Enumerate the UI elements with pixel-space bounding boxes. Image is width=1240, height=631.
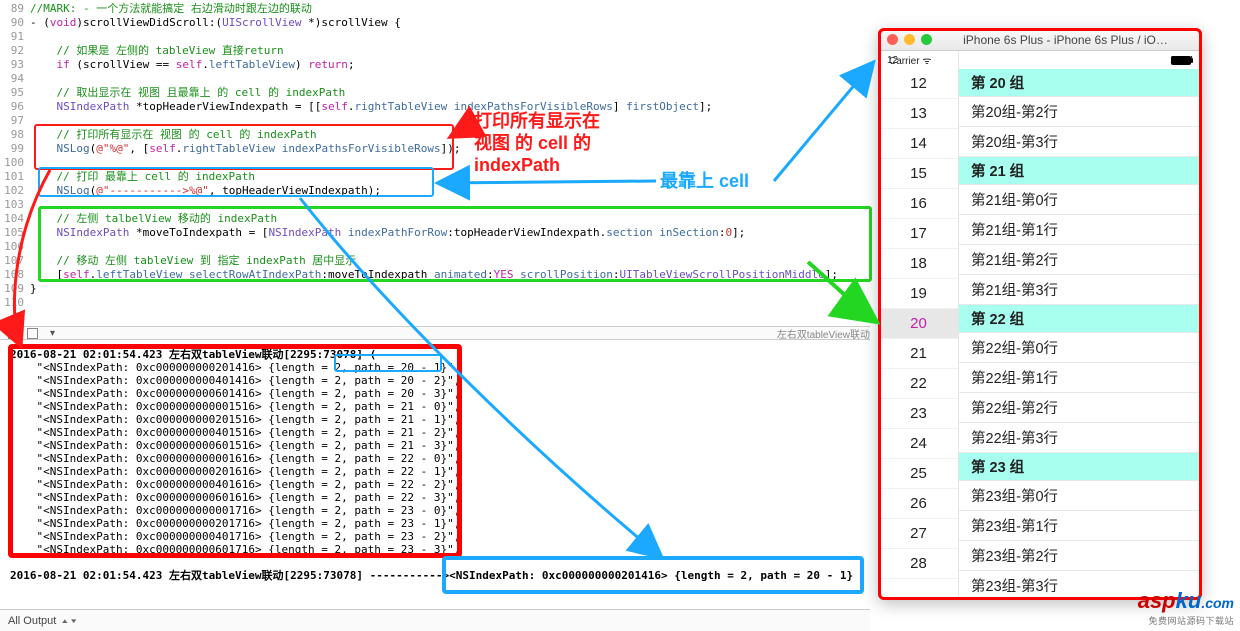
toolbar-icon[interactable]: [27, 328, 38, 339]
code-line[interactable]: // 如果是 左侧的 tableView 直接return: [30, 44, 870, 58]
code-line[interactable]: // 打印 最靠上 cell 的 indexPath: [30, 170, 870, 184]
table-cell[interactable]: 第23组-第2行: [959, 541, 1201, 571]
code-line[interactable]: // 打印所有显示在 视图 的 cell 的 indexPath: [30, 128, 870, 142]
left-row[interactable]: 21: [879, 339, 958, 369]
toolbar-icon[interactable]: [8, 328, 19, 339]
table-cell[interactable]: 第20组-第3行: [959, 127, 1201, 157]
table-cell[interactable]: 第21组-第0行: [959, 185, 1201, 215]
left-row[interactable]: 27: [879, 519, 958, 549]
close-icon[interactable]: [887, 34, 898, 45]
left-row[interactable]: 15: [879, 159, 958, 189]
left-row[interactable]: 20: [879, 309, 958, 339]
code-body[interactable]: //MARK: - 一个方法就能搞定 右边滑动时跟左边的联动- (void)sc…: [30, 0, 870, 310]
left-first-clipped: 12: [887, 55, 898, 66]
code-line[interactable]: }: [30, 282, 870, 296]
ios-simulator-window[interactable]: iPhone 6s Plus - iPhone 6s Plus / iO… Ca…: [878, 28, 1202, 600]
section-header[interactable]: 第 23 组: [959, 453, 1201, 481]
code-line[interactable]: [self.leftTableView selectRowAtIndexPath…: [30, 268, 870, 282]
code-line[interactable]: // 移动 左侧 tableView 到 指定 indexPath 居中显示: [30, 254, 870, 268]
minimize-icon[interactable]: [904, 34, 915, 45]
left-row[interactable]: 14: [879, 129, 958, 159]
code-line[interactable]: [30, 72, 870, 86]
code-line[interactable]: [30, 240, 870, 254]
table-cell[interactable]: 第23组-第0行: [959, 481, 1201, 511]
section-header[interactable]: 第 22 组: [959, 305, 1201, 333]
console-footer: All Output ▲▼: [0, 609, 870, 631]
editor-crumb: 左右双tableView联动: [777, 326, 870, 341]
line-gutter: 8990919293949596979899100101102103104105…: [0, 0, 30, 310]
left-row[interactable]: 26: [879, 489, 958, 519]
table-cell[interactable]: 第23组-第1行: [959, 511, 1201, 541]
left-row[interactable]: 25: [879, 459, 958, 489]
section-header[interactable]: 第 20 组: [959, 69, 1201, 97]
updown-icon[interactable]: ▲▼: [60, 617, 78, 624]
table-cell[interactable]: 第22组-第3行: [959, 423, 1201, 453]
table-cell[interactable]: 第22组-第0行: [959, 333, 1201, 363]
section-header[interactable]: 第 21 组: [959, 157, 1201, 185]
code-editor[interactable]: 8990919293949596979899100101102103104105…: [0, 0, 870, 310]
watermark: aspku.com 免费网站源码下载站: [1138, 588, 1234, 627]
code-line[interactable]: NSIndexPath *moveToIndexpath = [NSIndexP…: [30, 226, 870, 240]
table-cell[interactable]: 第21组-第2行: [959, 245, 1201, 275]
code-line[interactable]: NSLog(@"%@", [self.rightTableView indexP…: [30, 142, 870, 156]
table-cell[interactable]: 第22组-第1行: [959, 363, 1201, 393]
code-line[interactable]: [30, 198, 870, 212]
left-row[interactable]: 24: [879, 429, 958, 459]
code-line[interactable]: [30, 30, 870, 44]
simulator-titlebar[interactable]: iPhone 6s Plus - iPhone 6s Plus / iO…: [879, 29, 1201, 51]
code-line[interactable]: // 左侧 talbelView 移动的 indexPath: [30, 212, 870, 226]
left-row[interactable]: 18: [879, 249, 958, 279]
left-row[interactable]: 19: [879, 279, 958, 309]
table-cell[interactable]: 第21组-第1行: [959, 215, 1201, 245]
editor-split-toolbar: ▾ 左右双tableView联动: [0, 326, 870, 340]
time-fragment: 2 AM: [1170, 55, 1193, 66]
left-row[interactable]: 13: [879, 99, 958, 129]
left-row[interactable]: 28: [879, 549, 958, 579]
table-cell[interactable]: 第22组-第2行: [959, 393, 1201, 423]
code-line[interactable]: NSIndexPath *topHeaderViewIndexpath = [[…: [30, 100, 870, 114]
table-cell[interactable]: 第21组-第3行: [959, 275, 1201, 305]
code-line[interactable]: if (scrollView == self.leftTableView) re…: [30, 58, 870, 72]
code-line[interactable]: [30, 296, 870, 310]
left-row[interactable]: 16: [879, 189, 958, 219]
table-cell[interactable]: 第20组-第2行: [959, 97, 1201, 127]
zoom-icon[interactable]: [921, 34, 932, 45]
code-line[interactable]: NSLog(@"----------->%@", topHeaderViewIn…: [30, 184, 870, 198]
code-line[interactable]: [30, 156, 870, 170]
output-filter[interactable]: All Output: [8, 615, 56, 627]
right-tableview[interactable]: 2 AM 第 20 组第20组-第2行第20组-第3行第 21 组第21组-第0…: [959, 51, 1201, 599]
left-tableview[interactable]: 12 1213141516171819202122232425262728: [879, 51, 959, 599]
code-line[interactable]: //MARK: - 一个方法就能搞定 右边滑动时跟左边的联动: [30, 2, 870, 16]
left-row[interactable]: 23: [879, 399, 958, 429]
code-line[interactable]: // 取出显示在 视图 且最靠上 的 cell 的 indexPath: [30, 86, 870, 100]
code-line[interactable]: - (void)scrollViewDidScroll:(UIScrollVie…: [30, 16, 870, 30]
left-row[interactable]: 17: [879, 219, 958, 249]
simulator-title: iPhone 6s Plus - iPhone 6s Plus / iO…: [938, 33, 1193, 47]
left-row[interactable]: 22: [879, 369, 958, 399]
debug-console[interactable]: 2016-08-21 02:01:54.423 左右双tableView联动[2…: [0, 340, 870, 600]
code-line[interactable]: [30, 114, 870, 128]
left-row[interactable]: 12: [879, 69, 958, 99]
